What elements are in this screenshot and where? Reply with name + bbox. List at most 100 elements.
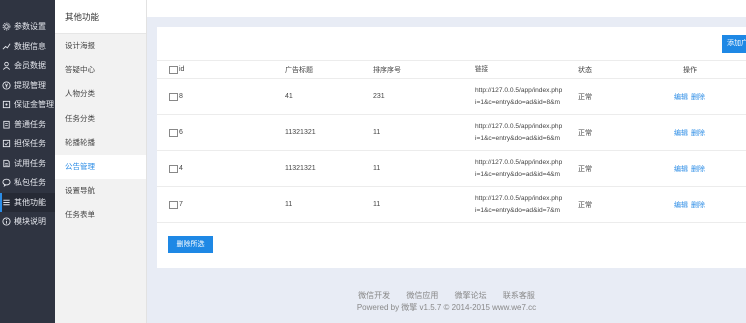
edit-link[interactable]: 编辑 — [674, 164, 688, 174]
row-link: http://127.0.0.5/app/index.php i=1&c=ent… — [475, 187, 573, 222]
row-operations: 编辑 删除 — [674, 187, 708, 222]
footer-links: 微信开发 微信应用 微擎论坛 联系客服 — [147, 290, 746, 301]
header-title: 广告标题 — [285, 66, 313, 74]
row-id-cell: 4 — [169, 151, 183, 186]
chart-line-icon — [2, 42, 11, 51]
sidebar-item-label: 数据信息 — [14, 41, 46, 51]
list-icon — [2, 198, 11, 207]
header-id-label: id — [179, 66, 185, 73]
sidebar-item-label: 其他功能 — [14, 197, 46, 207]
submenu-item-design-poster[interactable]: 设计海报 — [55, 34, 146, 58]
sidebar-item-label: 提现管理 — [14, 80, 46, 90]
submenu-item-navigation[interactable]: 设置导航 — [55, 179, 146, 203]
wallet-icon — [2, 100, 11, 109]
row-id: 6 — [179, 129, 183, 136]
row-checkbox[interactable] — [169, 164, 178, 173]
user-icon — [2, 61, 11, 71]
delete-link[interactable]: 删除 — [691, 128, 705, 138]
sidebar-item-normal-task[interactable]: 普通任务 — [0, 115, 55, 135]
row-checkbox[interactable] — [169, 92, 178, 101]
sidebar-item-module-info[interactable]: 模块说明 — [0, 212, 55, 232]
yen-icon — [2, 81, 11, 90]
sidebar-item-label: 普通任务 — [14, 119, 46, 129]
row-link-line2: i=1&c=entry&do=ad&id=8&m — [475, 98, 561, 106]
submenu-item-person-category[interactable]: 人物分类 — [55, 82, 146, 106]
sidebar-item-label: 保证金管理 — [14, 100, 54, 110]
row-status: 正常 — [578, 201, 592, 209]
row-link: http://127.0.0.5/app/index.php i=1&c=ent… — [475, 115, 573, 150]
edit-link[interactable]: 编辑 — [674, 200, 688, 210]
table-row: 6 11321321 11 http://127.0.0.5/app/index… — [157, 115, 746, 151]
header-id: id — [169, 61, 184, 78]
sidebar-item-label: 担保任务 — [14, 139, 46, 149]
edit-link[interactable]: 编辑 — [674, 92, 688, 102]
row-id: 4 — [179, 165, 183, 172]
row-link-line2: i=1&c=entry&do=ad&id=4&m — [475, 170, 561, 178]
delete-link[interactable]: 删除 — [691, 200, 705, 210]
table-row: 8 41 231 http://127.0.0.5/app/index.php … — [157, 79, 746, 115]
sidebar-item-deposit[interactable]: 保证金管理 — [0, 95, 55, 115]
delete-link[interactable]: 删除 — [691, 164, 705, 174]
row-status: 正常 — [578, 93, 592, 101]
row-operations: 编辑 删除 — [674, 151, 708, 186]
row-sort: 231 — [373, 93, 385, 100]
row-status: 正常 — [578, 165, 592, 173]
clipboard-icon — [2, 120, 11, 129]
submenu-item-qa-center[interactable]: 答疑中心 — [55, 58, 146, 82]
delete-selected-button[interactable]: 删除所选 — [168, 236, 213, 253]
submenu-item-carousel[interactable]: 轮播轮播 — [55, 131, 146, 155]
add-ad-button[interactable]: 添加广告 — [722, 35, 746, 53]
row-status: 正常 — [578, 129, 592, 137]
chat-icon — [2, 178, 11, 188]
sidebar-item-label: 试用任务 — [14, 158, 46, 168]
footer-link-wechat-dev[interactable]: 微信开发 — [358, 291, 390, 300]
sidebar-item-trial-task[interactable]: 试用任务 — [0, 154, 55, 174]
row-checkbox[interactable] — [169, 200, 178, 209]
row-link-line2: i=1&c=entry&do=ad&id=6&m — [475, 134, 561, 142]
table-header-row: id 广告标题 排序序号 链接 状态 操作 — [157, 60, 746, 79]
select-all-checkbox[interactable] — [169, 65, 178, 74]
row-title: 41 — [285, 93, 293, 100]
row-checkbox[interactable] — [169, 128, 178, 137]
top-header-bar — [147, 0, 746, 17]
document-icon — [2, 159, 11, 168]
row-id: 8 — [179, 93, 183, 100]
ads-table: id 广告标题 排序序号 链接 状态 操作 8 41 231 http://12… — [157, 60, 746, 223]
row-link-line1: http://127.0.0.5/app/index.php — [475, 158, 563, 166]
sidebar-item-other-functions[interactable]: 其他功能 — [0, 192, 55, 212]
sidebar-item-withdraw[interactable]: 提现管理 — [0, 76, 55, 96]
row-sort: 11 — [373, 165, 381, 172]
sidebar-item-settings[interactable]: 参数设置 — [0, 17, 55, 37]
row-id-cell: 7 — [169, 187, 183, 222]
header-status: 状态 — [578, 66, 592, 74]
delete-link[interactable]: 删除 — [691, 92, 705, 102]
row-operations: 编辑 删除 — [674, 115, 708, 150]
main-sidebar: 参数设置 数据信息 会员数据 提现管理 保证金管理 普通任务 担保任务 试用任务… — [0, 0, 55, 323]
submenu-item-task-form[interactable]: 任务表单 — [55, 203, 146, 227]
header-link: 链接 — [475, 65, 489, 73]
sidebar-top-strip — [0, 0, 55, 17]
sidebar-item-private-task[interactable]: 私包任务 — [0, 173, 55, 193]
row-id-cell: 6 — [169, 115, 183, 150]
row-link: http://127.0.0.5/app/index.php i=1&c=ent… — [475, 151, 573, 186]
row-operations: 编辑 删除 — [674, 79, 708, 114]
row-sort: 11 — [373, 201, 381, 208]
footer-link-wechat-apps[interactable]: 微信应用 — [406, 291, 438, 300]
footer-copyright: Powered by 微擎 v1.5.7 © 2014-2015 www.we7… — [356, 303, 537, 312]
edit-link[interactable]: 编辑 — [674, 128, 688, 138]
sidebar-item-label: 会员数据 — [14, 61, 46, 71]
row-sort: 11 — [373, 129, 381, 136]
row-link-line2: i=1&c=entry&do=ad&id=7&m — [475, 206, 561, 214]
submenu-item-task-category[interactable]: 任务分类 — [55, 107, 146, 131]
submenu-item-announcements[interactable]: 公告管理 — [55, 154, 146, 180]
sidebar-item-member-data[interactable]: 会员数据 — [0, 56, 55, 76]
sidebar-item-guarantee-task[interactable]: 担保任务 — [0, 134, 55, 154]
shield-icon — [2, 139, 11, 148]
secondary-menu: 其他功能 设计海报 答疑中心 人物分类 任务分类 轮播轮播 公告管理 设置导航 … — [55, 0, 147, 323]
row-title: 11321321 — [285, 129, 316, 136]
footer-link-forum[interactable]: 微擎论坛 — [455, 291, 487, 300]
sidebar-item-data-info[interactable]: 数据信息 — [0, 37, 55, 57]
sidebar-item-label: 参数设置 — [14, 22, 46, 32]
submenu-title: 其他功能 — [55, 0, 146, 34]
footer-link-contact[interactable]: 联系客服 — [503, 291, 535, 300]
